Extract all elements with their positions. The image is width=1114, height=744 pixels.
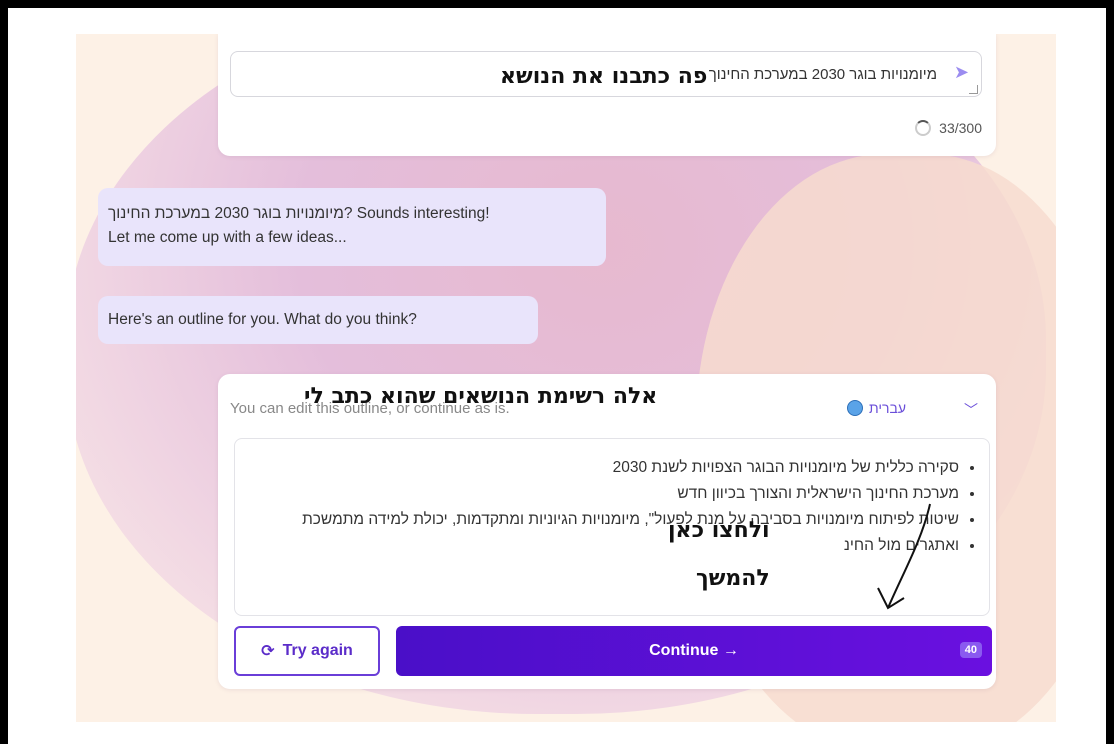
topic-input-card: מיומנויות בוגר 2030 במערכת החינוך ➤ 33/3…: [218, 34, 996, 156]
annotation-continue: להמשך: [696, 566, 770, 591]
chevron-down-icon[interactable]: ﹀: [964, 400, 978, 420]
refresh-icon: ⟳: [261, 643, 275, 660]
app-canvas: מיומנויות בוגר 2030 במערכת החינוך ➤ 33/3…: [76, 34, 1056, 722]
outline-editor[interactable]: סקירה כללית של מיומנויות הבוגר הצפויות ל…: [234, 438, 990, 616]
outline-card: You can edit this outline, or continue a…: [218, 374, 996, 689]
assistant-message-line: מיומנויות בוגר 2030 במערכת החינוך? Sound…: [108, 205, 490, 222]
assistant-message-line: Here's an outline for you. What do you t…: [108, 311, 417, 328]
assistant-message: Here's an outline for you. What do you t…: [98, 296, 538, 344]
outline-item[interactable]: ואתגרים מול החינ: [253, 533, 959, 559]
annotation-list: אלה רשימת הנושאים שהוא כתב לי: [304, 384, 658, 409]
assistant-message-line: Let me come up with a few ideas...: [108, 229, 347, 246]
outline-item[interactable]: שיטות לפיתוח מיומנויות בסביבה על מנת לפע…: [253, 507, 959, 533]
continue-button[interactable]: Continue → 40: [396, 626, 992, 676]
char-counter-text: 33/300: [939, 120, 982, 136]
outline-item[interactable]: מערכת החינוך הישראלית והצורך בכיוון חדש: [253, 481, 959, 507]
char-counter: 33/300: [915, 120, 982, 136]
try-again-label: Try again: [282, 642, 353, 659]
outline-item[interactable]: סקירה כללית של מיומנויות הבוגר הצפויות ל…: [253, 455, 959, 481]
try-again-button[interactable]: ⟳ Try again: [234, 626, 380, 676]
loading-spinner-icon: [915, 120, 932, 136]
globe-icon: [846, 400, 863, 416]
credits-badge: 40: [959, 642, 982, 658]
language-label: עברית: [868, 400, 906, 416]
topic-input-value: מיומנויות בוגר 2030 במערכת החינוך: [708, 66, 937, 83]
annotation-topic: פה כתבנו את הנושא: [500, 64, 708, 89]
annotation-click: ולחצו כאן: [668, 518, 770, 543]
continue-label: Continue →: [649, 642, 739, 659]
assistant-message: מיומנויות בוגר 2030 במערכת החינוך? Sound…: [98, 188, 606, 266]
language-selector[interactable]: עברית: [846, 400, 906, 416]
send-arrow-icon[interactable]: ➤: [954, 62, 969, 83]
resize-handle-icon[interactable]: [969, 85, 978, 94]
